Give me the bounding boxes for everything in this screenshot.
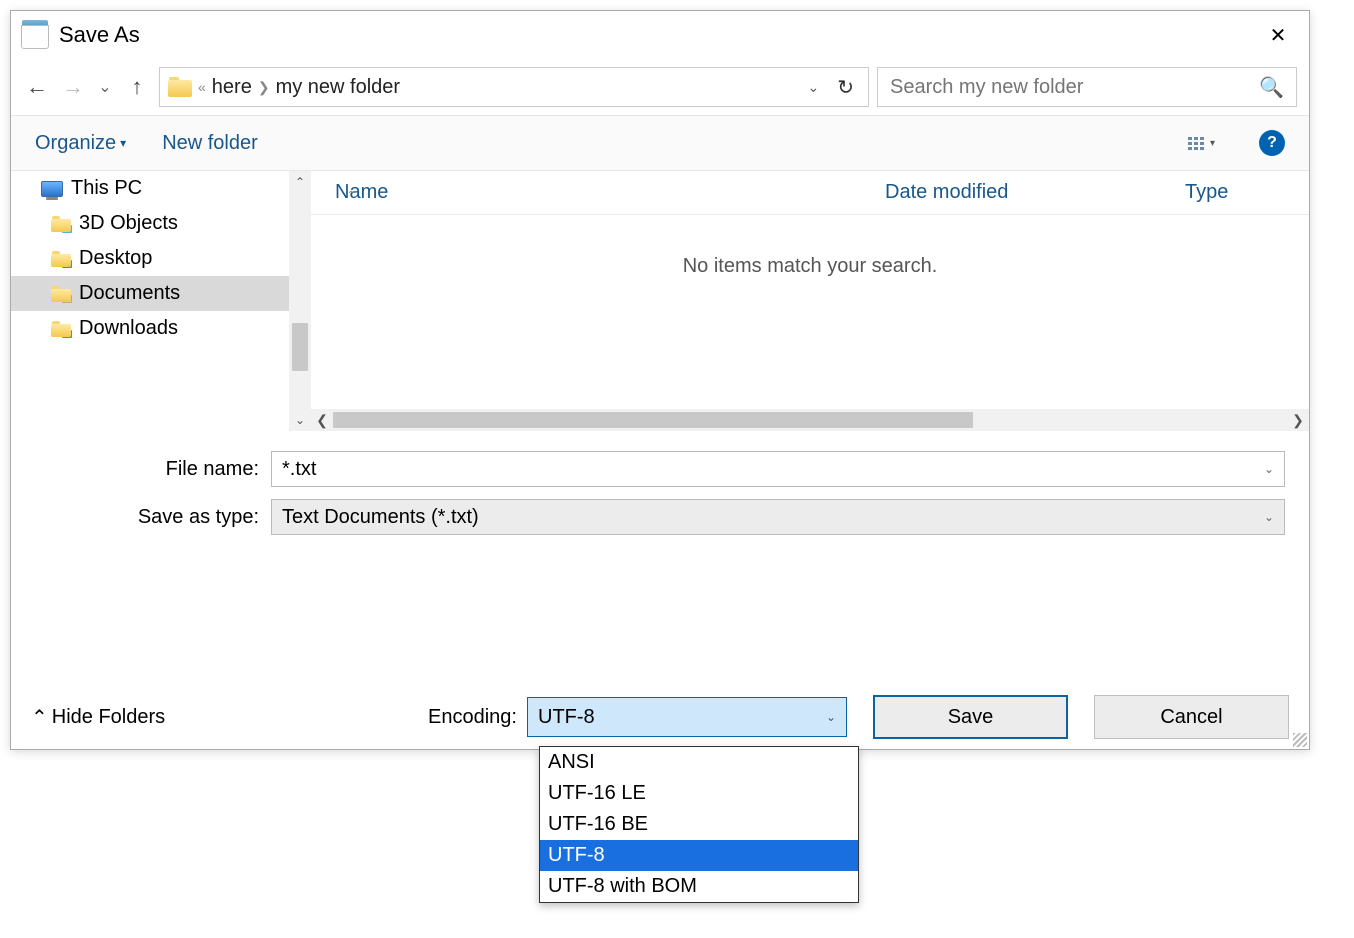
tree-desktop[interactable]: Desktop xyxy=(11,241,311,276)
notepad-icon xyxy=(19,19,51,51)
scroll-right-icon[interactable]: ❯ xyxy=(1287,412,1309,429)
computer-icon xyxy=(41,181,63,197)
save-as-type-combo[interactable]: Text Documents (*.txt) ⌄ xyxy=(271,499,1285,535)
new-folder-label: New folder xyxy=(162,132,258,155)
address-bar[interactable]: « here ❯ my new folder ⌄ ↻ xyxy=(159,67,869,107)
toolbar: Organize ▾ New folder ▾ ? xyxy=(11,115,1309,171)
refresh-button[interactable]: ↻ xyxy=(831,75,860,100)
folder-icon xyxy=(51,251,71,267)
nav-forward-button[interactable]: → xyxy=(59,74,87,100)
column-date-modified[interactable]: Date modified xyxy=(861,181,1161,204)
encoding-combo[interactable]: UTF-8 ⌄ xyxy=(527,697,847,737)
nav-tree: This PC 3D Objects Desktop Documents Dow… xyxy=(11,171,311,431)
save-as-type-row: Save as type: Text Documents (*.txt) ⌄ xyxy=(11,493,1309,541)
cancel-label: Cancel xyxy=(1160,706,1222,729)
empty-list-message: No items match your search. xyxy=(311,255,1309,278)
chevron-down-icon[interactable]: ⌄ xyxy=(1264,510,1274,524)
file-name-combo[interactable]: ⌄ xyxy=(271,451,1285,487)
save-label: Save xyxy=(948,706,994,729)
save-as-dialog: Save As ✕ ← → ⌄ ↑ « here ❯ my new folder… xyxy=(10,10,1310,750)
tree-label: Desktop xyxy=(79,247,152,270)
search-box[interactable]: 🔍 xyxy=(877,67,1297,107)
encoding-option[interactable]: UTF-16 BE xyxy=(540,809,858,840)
nav-row: ← → ⌄ ↑ « here ❯ my new folder ⌄ ↻ 🔍 xyxy=(11,59,1309,115)
nav-up-button[interactable]: ↑ xyxy=(123,74,151,100)
tree-documents[interactable]: Documents xyxy=(11,276,311,311)
new-folder-button[interactable]: New folder xyxy=(162,132,258,155)
search-icon[interactable]: 🔍 xyxy=(1259,75,1284,100)
tree-3d-objects[interactable]: 3D Objects xyxy=(11,206,311,241)
encoding-option[interactable]: ANSI xyxy=(540,747,858,778)
breadcrumb-item[interactable]: here xyxy=(212,76,252,99)
hide-folders-label: Hide Folders xyxy=(52,706,165,729)
tree-label: 3D Objects xyxy=(79,212,178,235)
encoding-option[interactable]: UTF-8 xyxy=(540,840,858,871)
nav-recent-dropdown[interactable]: ⌄ xyxy=(95,77,115,97)
encoding-option[interactable]: UTF-8 with BOM xyxy=(540,871,858,902)
sidebar-scrollbar[interactable]: ⌃ ⌄ xyxy=(289,171,311,431)
tree-this-pc[interactable]: This PC xyxy=(11,171,311,206)
view-icon xyxy=(1188,137,1204,150)
column-label: Name xyxy=(335,181,388,203)
breadcrumb-item[interactable]: my new folder xyxy=(276,76,401,99)
tree-label: Documents xyxy=(79,282,180,305)
organize-menu[interactable]: Organize ▾ xyxy=(35,132,126,155)
encoding-label: Encoding: xyxy=(428,706,517,729)
save-as-type-label: Save as type: xyxy=(11,506,271,529)
scroll-down-icon[interactable]: ⌄ xyxy=(295,409,305,431)
chevron-up-icon: ⌃ xyxy=(31,705,48,730)
view-options-button[interactable]: ▾ xyxy=(1180,133,1223,154)
horizontal-scrollbar[interactable]: ❮ ❯ xyxy=(311,409,1309,431)
cancel-button[interactable]: Cancel xyxy=(1094,695,1289,739)
content-area: This PC 3D Objects Desktop Documents Dow… xyxy=(11,171,1309,431)
tree-label: Downloads xyxy=(79,317,178,340)
chevron-down-icon: ▾ xyxy=(1210,138,1215,149)
scroll-left-icon[interactable]: ❮ xyxy=(311,412,333,429)
encoding-value: UTF-8 xyxy=(538,706,595,729)
hide-folders-toggle[interactable]: ⌃ Hide Folders xyxy=(31,705,165,730)
column-type[interactable]: Type xyxy=(1161,181,1309,204)
search-input[interactable] xyxy=(890,76,1259,99)
file-list-pane: Name ⌃ Date modified Type No items match… xyxy=(311,171,1309,431)
dialog-footer: ⌃ Hide Folders Encoding: UTF-8 ⌄ Save Ca… xyxy=(11,685,1309,749)
chevron-down-icon: ▾ xyxy=(120,136,126,150)
encoding-option[interactable]: UTF-16 LE xyxy=(540,778,858,809)
titlebar: Save As ✕ xyxy=(11,11,1309,59)
nav-back-button[interactable]: ← xyxy=(23,74,51,100)
help-button[interactable]: ? xyxy=(1259,130,1285,156)
folder-icon xyxy=(51,216,71,232)
file-name-input[interactable] xyxy=(282,458,1274,481)
breadcrumb-prefix: « xyxy=(198,79,206,95)
folder-icon xyxy=(51,321,71,337)
save-as-type-value: Text Documents (*.txt) xyxy=(282,506,479,529)
folder-icon xyxy=(51,286,71,302)
column-headers: Name ⌃ Date modified Type xyxy=(311,171,1309,215)
address-dropdown[interactable]: ⌄ xyxy=(802,79,826,96)
tree-downloads[interactable]: Downloads xyxy=(11,311,311,346)
resize-grip[interactable] xyxy=(1293,733,1307,747)
tree-label: This PC xyxy=(71,177,142,200)
encoding-dropdown-list: ANSIUTF-16 LEUTF-16 BEUTF-8UTF-8 with BO… xyxy=(539,746,859,903)
close-button[interactable]: ✕ xyxy=(1255,23,1301,48)
column-name[interactable]: Name ⌃ xyxy=(311,181,861,204)
save-button[interactable]: Save xyxy=(873,695,1068,739)
scrollbar-thumb[interactable] xyxy=(292,323,308,371)
file-name-label: File name: xyxy=(11,458,271,481)
sort-asc-icon: ⌃ xyxy=(347,190,355,201)
chevron-right-icon: ❯ xyxy=(258,79,270,96)
scroll-up-icon[interactable]: ⌃ xyxy=(295,171,305,193)
dialog-title: Save As xyxy=(59,22,140,48)
folder-icon xyxy=(168,77,192,97)
chevron-down-icon[interactable]: ⌄ xyxy=(1264,462,1274,476)
chevron-down-icon: ⌄ xyxy=(826,710,836,724)
file-name-row: File name: ⌄ xyxy=(11,445,1309,493)
organize-label: Organize xyxy=(35,132,116,155)
scrollbar-thumb[interactable] xyxy=(333,412,973,428)
